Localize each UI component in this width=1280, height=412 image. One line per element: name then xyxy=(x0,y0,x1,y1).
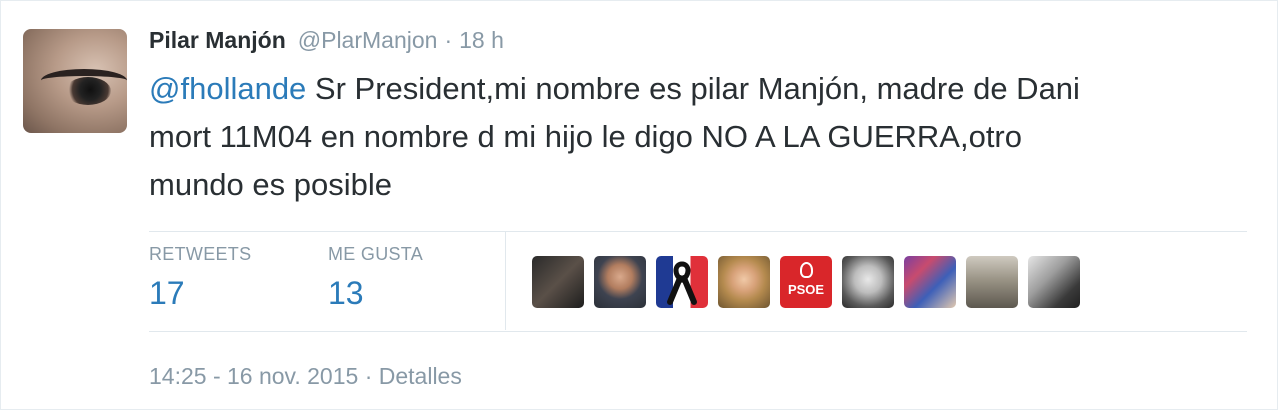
liker-avatar-4[interactable] xyxy=(718,256,770,308)
tweet-text-line-3: mundo es posible xyxy=(149,167,392,202)
likers-avatar-row: PSOE xyxy=(532,256,1080,308)
liker-avatar-9[interactable] xyxy=(1028,256,1080,308)
liker-avatar-french-flag-ribbon-icon[interactable] xyxy=(656,256,708,308)
details-link[interactable]: Detalles xyxy=(379,363,462,389)
likes-count: 13 xyxy=(328,275,364,311)
tweet-text-line-1: @fhollande Sr President,mi nombre es pil… xyxy=(149,65,1229,113)
liker-avatar-2[interactable] xyxy=(594,256,646,308)
avatar-eye-shape xyxy=(65,77,111,105)
psoe-rose-icon xyxy=(800,262,813,278)
tweet-stats: RETWEETS 17 ME GUSTA 13 PSOE xyxy=(149,232,1247,330)
tweet-timestamp[interactable]: 14:25 - 16 nov. 2015 xyxy=(149,363,358,389)
stats-vertical-divider xyxy=(505,232,506,330)
tweet-footer: 14:25 - 16 nov. 2015 · Detalles xyxy=(149,363,462,390)
likes-label: ME GUSTA xyxy=(328,244,424,264)
liker-avatar-7[interactable] xyxy=(904,256,956,308)
liker-avatar-psoe[interactable]: PSOE xyxy=(780,256,832,308)
author-name[interactable]: Pilar Manjón xyxy=(149,27,286,54)
tweet-card: Pilar Manjón @PlarManjon · 18 h @fhollan… xyxy=(0,0,1278,410)
tweet-header: Pilar Manjón @PlarManjon · 18 h xyxy=(149,27,504,59)
tweet-text-line-1-body: Sr President,mi nombre es pilar Manjón, … xyxy=(306,71,1080,106)
liker-avatar-8[interactable] xyxy=(966,256,1018,308)
header-separator: · xyxy=(444,27,453,53)
psoe-logo-text: PSOE xyxy=(787,282,825,297)
footer-separator: · xyxy=(364,363,373,389)
author-handle[interactable]: @PlarManjon xyxy=(298,27,438,54)
likes-stat[interactable]: ME GUSTA 13 xyxy=(328,244,423,312)
author-avatar[interactable] xyxy=(23,29,127,133)
mention-link[interactable]: @fhollande xyxy=(149,71,306,106)
tweet-text-line-2: mort 11M04 en nombre d mi hijo le digo N… xyxy=(149,119,1022,154)
relative-time[interactable]: 18 h xyxy=(459,27,504,54)
black-ribbon-icon xyxy=(667,261,697,305)
retweets-count: 17 xyxy=(149,275,185,311)
retweets-stat[interactable]: RETWEETS 17 xyxy=(149,244,251,312)
liker-avatar-6[interactable] xyxy=(842,256,894,308)
retweets-label: RETWEETS xyxy=(149,244,252,264)
stats-bottom-divider xyxy=(149,331,1247,332)
liker-avatar-1[interactable] xyxy=(532,256,584,308)
tweet-text: @fhollande Sr President,mi nombre es pil… xyxy=(149,65,1229,209)
